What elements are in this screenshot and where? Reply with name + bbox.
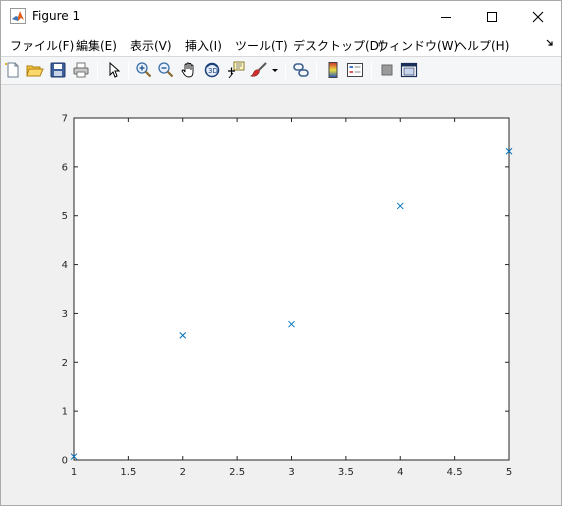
x-tick-label: 2.5: [229, 467, 245, 478]
minimize-button[interactable]: [423, 1, 469, 32]
save-button[interactable]: [49, 61, 67, 79]
x-tick-label: 5: [506, 467, 512, 478]
title-bar[interactable]: Figure 1: [1, 1, 561, 32]
pan-button[interactable]: [180, 61, 198, 79]
y-tick-label: 6: [62, 162, 68, 173]
axes-box[interactable]: [73, 117, 510, 461]
print-icon: [73, 62, 89, 78]
x-tick-label: 1.5: [120, 467, 136, 478]
open-file-icon: [26, 65, 44, 77]
insert-legend-button[interactable]: [346, 61, 364, 79]
toolbar-separator: [316, 62, 317, 79]
menu-desktop[interactable]: デスクトップ(D): [293, 37, 384, 54]
y-tick-label: 1: [62, 407, 68, 418]
insert-legend-icon: [347, 63, 363, 77]
y-tick-label: 2: [62, 358, 68, 369]
edit-plot-arrow-icon: [109, 61, 121, 78]
figure-window: Figure 1 ファイル(F) 編集(E) 表示(V) 挿入(I) ツール(T…: [0, 0, 562, 506]
window-title: Figure 1: [32, 9, 81, 23]
x-tick-label: 4: [397, 467, 403, 478]
x-tick-label: 1: [71, 467, 77, 478]
menu-file[interactable]: ファイル(F): [10, 37, 74, 54]
menu-bar: ファイル(F) 編集(E) 表示(V) 挿入(I) ツール(T) デスクトップ(…: [1, 32, 561, 56]
edit-plot-button[interactable]: [105, 61, 123, 79]
toolbar-separator: [128, 62, 129, 79]
y-tick-label: 0: [62, 456, 68, 467]
scatter-plot: 1 1.5 2 2.5 3 3.5 4 4.5 501234567: [62, 114, 513, 478]
data-cursor-icon: [228, 61, 245, 79]
svg-text:3D: 3D: [208, 67, 218, 75]
figure-canvas: 1 1.5 2 2.5 3 3.5 4 4.5 5 0 1 2 3 4 5 6 7: [1, 85, 561, 505]
pan-hand-icon: [181, 62, 194, 78]
new-figure-icon: [5, 62, 19, 78]
rotate-3d-button[interactable]: 3D: [203, 61, 221, 79]
print-button[interactable]: [72, 61, 90, 79]
x-tick-label: 3.5: [338, 467, 354, 478]
zoom-in-button[interactable]: [135, 61, 153, 79]
save-icon: [50, 62, 66, 78]
menu-insert[interactable]: 挿入(I): [185, 37, 222, 54]
y-tick-label: 3: [62, 309, 68, 320]
hide-plot-tools-button[interactable]: [378, 61, 396, 79]
close-icon: [532, 11, 544, 22]
close-button[interactable]: [515, 1, 561, 32]
dock-arrow-icon[interactable]: [545, 38, 555, 48]
menu-view[interactable]: 表示(V): [130, 37, 172, 54]
show-plot-tools-button[interactable]: [400, 61, 418, 79]
brush-dropdown-button[interactable]: [270, 61, 280, 79]
link-plot-button[interactable]: [292, 61, 310, 79]
x-tick-label: 2: [180, 467, 186, 478]
brush-button[interactable]: [250, 61, 268, 79]
menu-window[interactable]: ウィンドウ(W): [377, 37, 458, 54]
maximize-icon: [487, 11, 497, 22]
data-cursor-button[interactable]: [227, 61, 245, 79]
x-tick-label: 4.5: [447, 467, 463, 478]
menu-help[interactable]: ヘルプ(H): [455, 37, 509, 54]
y-tick-label: 4: [62, 260, 68, 271]
menu-tools[interactable]: ツール(T): [235, 37, 288, 54]
rotate-3d-icon: 3D: [204, 62, 220, 78]
insert-colorbar-button[interactable]: [324, 61, 342, 79]
brush-icon: [250, 62, 267, 77]
zoom-in-icon: [136, 62, 152, 78]
hide-plot-tools-icon: [381, 64, 393, 76]
new-figure-button[interactable]: [4, 61, 22, 79]
brush-dropdown-icon: [272, 69, 278, 72]
toolbar-separator: [97, 62, 98, 79]
zoom-out-icon: [158, 62, 174, 78]
figure-toolbar: 3D: [1, 56, 561, 85]
y-tick-label: 5: [62, 211, 68, 222]
insert-colorbar-icon: [328, 62, 338, 78]
toolbar-separator: [285, 62, 286, 79]
zoom-out-button[interactable]: [157, 61, 175, 79]
x-tick-label: 3: [288, 467, 294, 478]
y-tick-label: 7: [62, 114, 68, 125]
matlab-icon: [10, 8, 26, 24]
link-plot-icon: [293, 63, 309, 77]
menu-edit[interactable]: 編集(E): [76, 37, 117, 54]
open-file-button[interactable]: [26, 61, 44, 79]
minimize-icon: [441, 16, 451, 18]
maximize-button[interactable]: [469, 1, 515, 32]
toolbar-separator: [371, 62, 372, 79]
show-plot-tools-icon: [400, 62, 418, 78]
